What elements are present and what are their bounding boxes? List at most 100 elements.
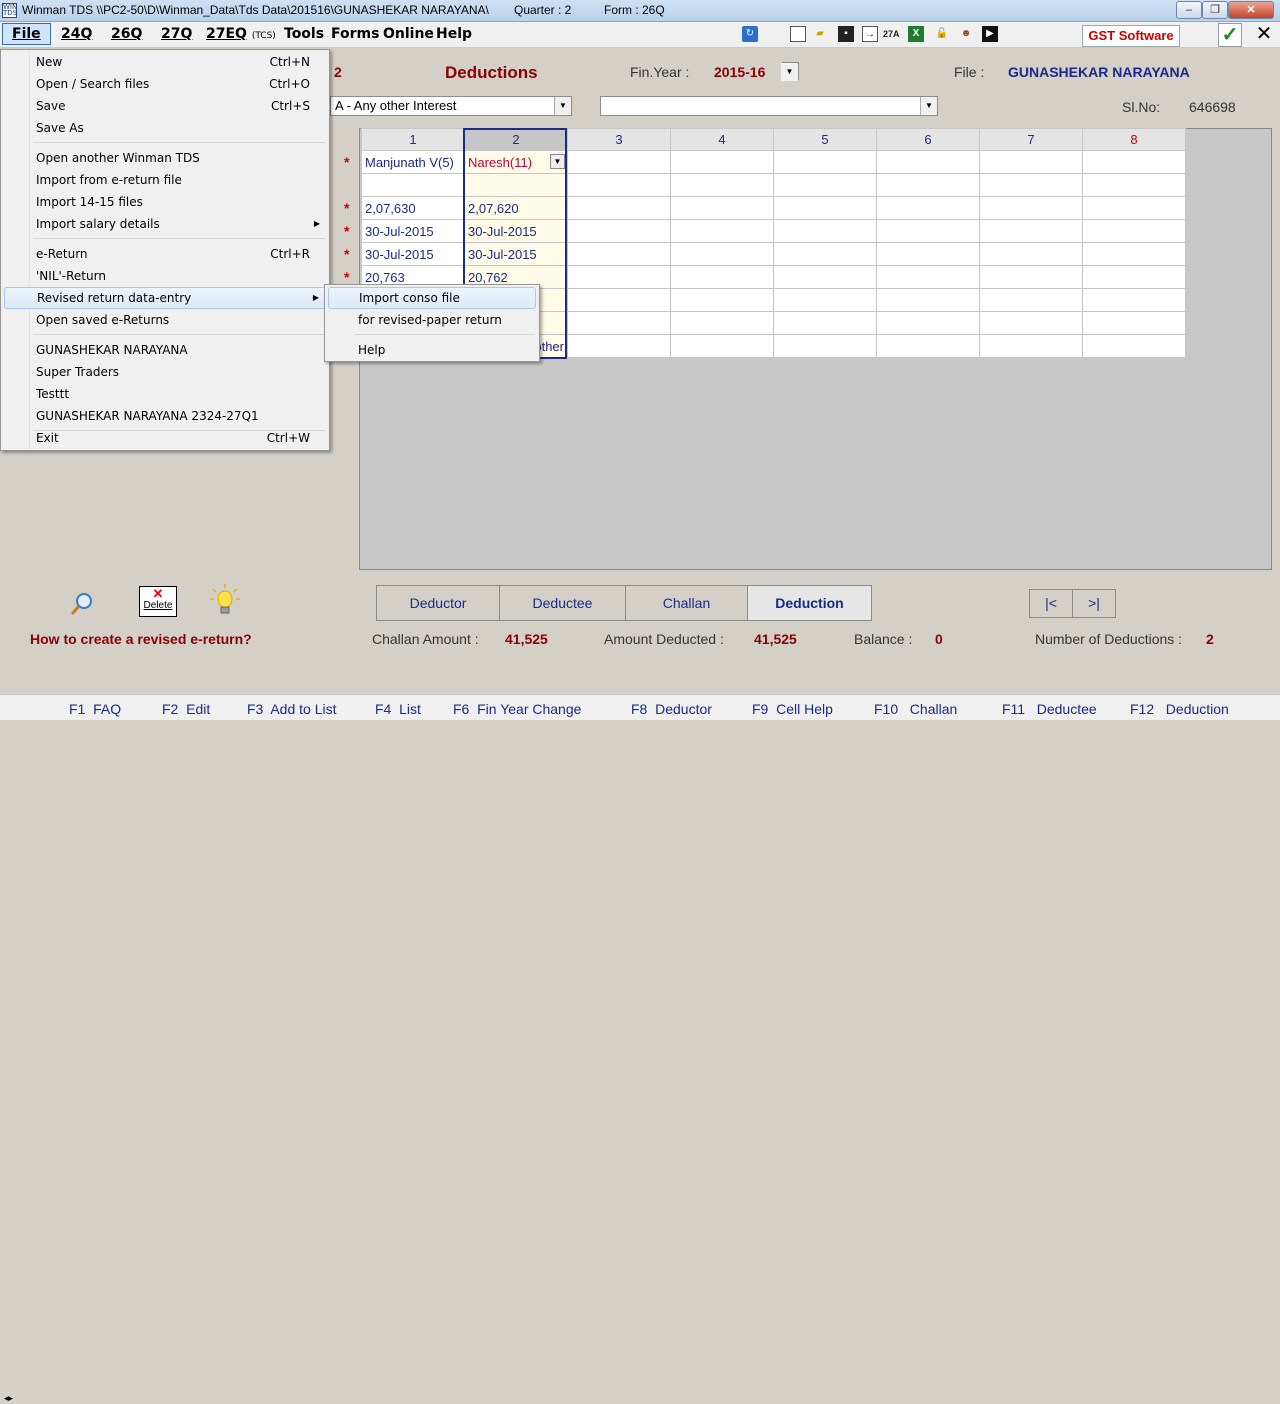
grid-cell[interactable] (876, 265, 980, 289)
menu-item-revised-return[interactable]: Revised return data-entry ▶ (4, 287, 326, 309)
column-header[interactable]: 1 (361, 128, 465, 151)
column-header[interactable]: 6 (876, 128, 980, 151)
menu-item-open-search[interactable]: Open / Search files Ctrl+O (4, 73, 326, 95)
menu-item-open-saved[interactable]: Open saved e-Returns (4, 309, 326, 331)
grid-cell[interactable] (1082, 288, 1186, 312)
menu-26q[interactable]: 26Q (111, 26, 142, 42)
grid-cell[interactable] (670, 173, 774, 197)
grid-cell[interactable]: 30-Jul-2015 (361, 219, 465, 243)
grid-cell[interactable] (773, 150, 877, 174)
grid-cell[interactable] (773, 196, 877, 220)
grid-cell[interactable] (567, 173, 671, 197)
fkey-fin-year-change[interactable]: F6 Fin Year Change (453, 701, 581, 717)
grid-cell[interactable]: 2,07,620 (464, 196, 568, 220)
fkey-list[interactable]: F4 List (375, 701, 421, 717)
lock-icon[interactable]: 🔓 (934, 26, 950, 42)
grid-cell[interactable] (979, 242, 1083, 266)
tab-deductor[interactable]: Deductor (376, 585, 500, 621)
submenu-item-revised-paper[interactable]: for revised-paper return (328, 309, 536, 331)
menu-item-import-salary[interactable]: Import salary details ▶ (4, 213, 326, 235)
grid-cell[interactable] (670, 311, 774, 335)
grid-cell[interactable] (567, 265, 671, 289)
menu-tools[interactable]: Tools (284, 26, 324, 42)
save-icon[interactable]: ▪ (838, 26, 854, 42)
grid-cell[interactable] (670, 150, 774, 174)
menu-27q[interactable]: 27Q (161, 26, 192, 42)
menu-file[interactable]: File (2, 23, 51, 45)
tab-deductee[interactable]: Deductee (499, 585, 626, 621)
check-icon[interactable]: ✓ (1218, 23, 1242, 47)
grid-cell[interactable] (979, 288, 1083, 312)
grid-cell[interactable] (567, 288, 671, 312)
grid-cell[interactable] (567, 150, 671, 174)
fkey-deductor[interactable]: F8 Deductor (631, 701, 712, 717)
minimize-button[interactable]: – (1176, 1, 1202, 19)
menu-27eq[interactable]: 27EQ (TCS) (206, 26, 276, 42)
grid-cell[interactable] (773, 334, 877, 358)
search-icon[interactable] (68, 590, 96, 618)
27a-icon[interactable]: 27A (883, 26, 900, 42)
last-record-button[interactable]: >| (1072, 589, 1116, 618)
grid-cell[interactable] (1082, 265, 1186, 289)
grid-cell[interactable] (567, 311, 671, 335)
grid-cell[interactable] (361, 173, 465, 197)
menu-24q[interactable]: 24Q (61, 26, 92, 42)
menu-item-import-ereturn[interactable]: Import from e-return file (4, 169, 326, 191)
menu-help[interactable]: Help (436, 26, 472, 42)
menu-item-recent-file[interactable]: Super Traders (4, 361, 326, 383)
user-icon[interactable]: ☻ (958, 26, 974, 42)
grid-cell[interactable] (773, 173, 877, 197)
secondary-combo[interactable]: ▼ (600, 96, 938, 116)
column-header[interactable]: 7 (979, 128, 1083, 151)
submenu-item-import-conso[interactable]: Import conso file (328, 287, 536, 309)
grid-cell[interactable] (1082, 242, 1186, 266)
grid-cell[interactable] (670, 334, 774, 358)
export-icon[interactable]: → (862, 26, 878, 42)
grid-cell[interactable] (876, 173, 980, 197)
grid-cell[interactable] (1082, 173, 1186, 197)
fkey-edit[interactable]: F2 Edit (162, 701, 210, 717)
menu-item-recent-file[interactable]: Testtt (4, 383, 326, 405)
excel-icon[interactable]: X (908, 26, 924, 42)
grid-cell[interactable] (876, 196, 980, 220)
close-window-button[interactable]: ✕ (1228, 1, 1274, 19)
grid-cell[interactable] (773, 265, 877, 289)
grid-cell[interactable] (464, 173, 568, 197)
fkey-challan[interactable]: F10 Challan (874, 701, 957, 717)
grid-cell[interactable] (1082, 311, 1186, 335)
menu-item-recent-file[interactable]: GUNASHEKAR NARAYANA 2324-27Q1 (4, 405, 326, 427)
first-record-button[interactable]: |< (1029, 589, 1073, 618)
gst-software-button[interactable]: GST Software (1082, 25, 1180, 47)
grid-cell[interactable] (876, 288, 980, 312)
refresh-icon[interactable]: ↻ (742, 26, 758, 42)
menu-forms[interactable]: Forms (331, 26, 379, 42)
scroll-arrows-icon[interactable]: ◂▸ (4, 1393, 13, 1404)
column-header[interactable]: 8 (1082, 128, 1186, 151)
fkey-deductee[interactable]: F11 Deductee (1002, 701, 1097, 717)
grid-cell[interactable] (979, 265, 1083, 289)
close-icon[interactable]: ✕ (1252, 23, 1276, 47)
grid-cell[interactable] (979, 150, 1083, 174)
grid-cell[interactable] (567, 196, 671, 220)
grid-cell[interactable]: 2,07,630 (361, 196, 465, 220)
grid-cell[interactable] (1082, 219, 1186, 243)
grid-cell[interactable] (773, 288, 877, 312)
column-header[interactable]: 5 (773, 128, 877, 151)
menu-item-open-another[interactable]: Open another Winman TDS (4, 147, 326, 169)
fkey-add-to-list[interactable]: F3 Add to List (247, 701, 337, 717)
fkey-deduction[interactable]: F12 Deduction (1130, 701, 1229, 717)
lightbulb-icon[interactable] (208, 583, 242, 617)
open-folder-icon[interactable]: ▰ (812, 26, 828, 42)
menu-item-save-as[interactable]: Save As (4, 117, 326, 139)
menu-online[interactable]: Online (383, 26, 434, 42)
section-combo[interactable]: A - Any other Interest ▼ (330, 96, 572, 116)
grid-cell[interactable] (670, 219, 774, 243)
grid-cell[interactable] (876, 242, 980, 266)
grid-cell[interactable] (773, 219, 877, 243)
deductee-combo-cell[interactable]: Naresh(11) ▼ (464, 150, 568, 174)
column-header[interactable]: 2 (464, 128, 568, 151)
grid-cell[interactable]: Manjunath V(5) (361, 150, 465, 174)
grid-cell[interactable] (1082, 196, 1186, 220)
tab-deduction[interactable]: Deduction (747, 585, 872, 621)
fkey-cell-help[interactable]: F9 Cell Help (752, 701, 833, 717)
